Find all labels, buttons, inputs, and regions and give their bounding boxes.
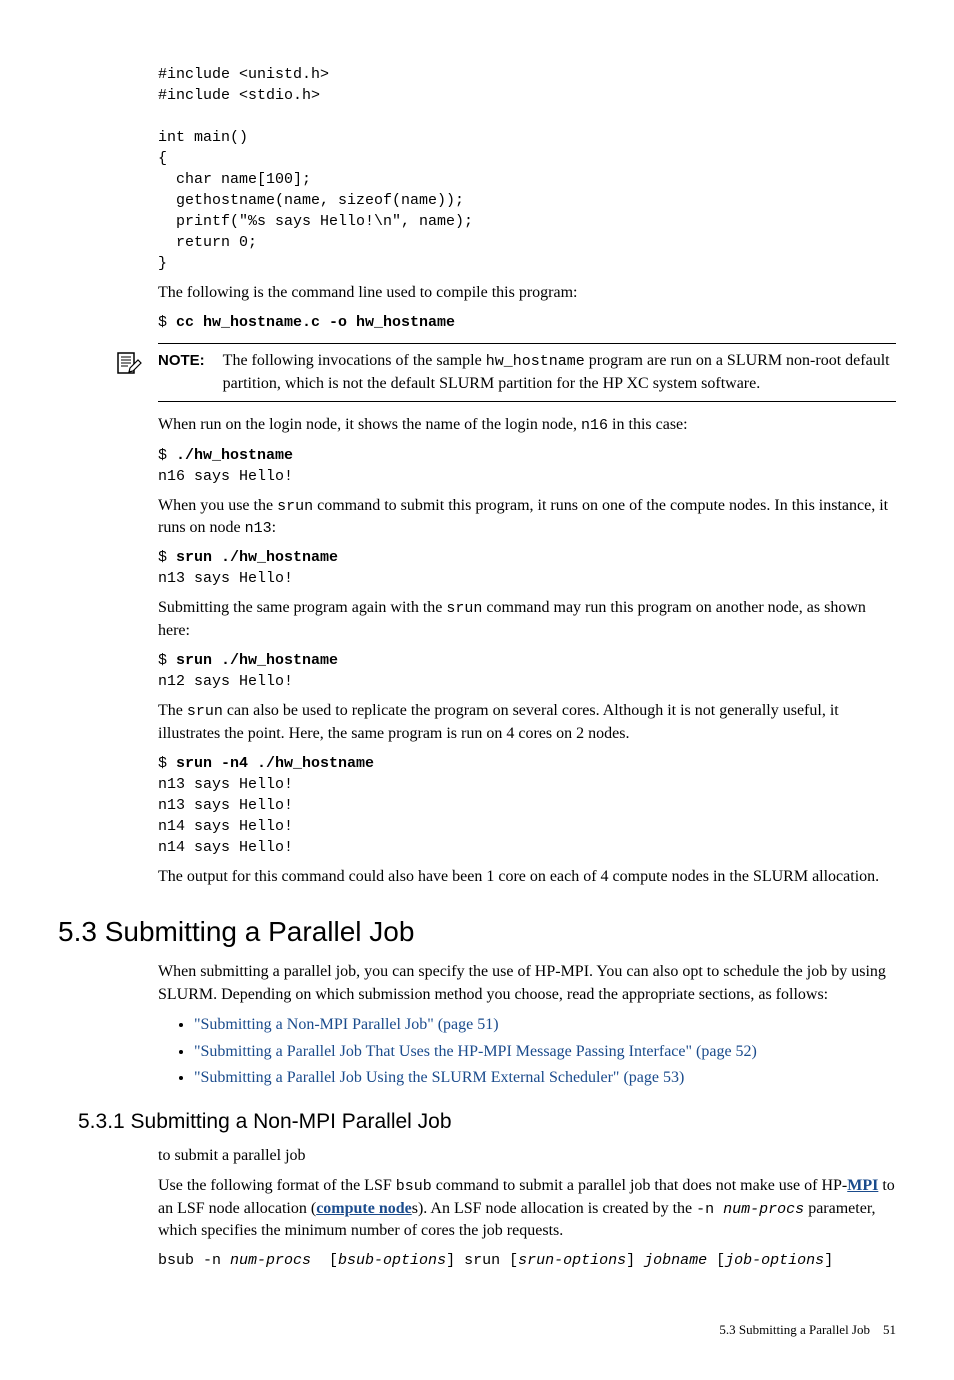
- command-bold: srun -n4 ./hw_hostname: [176, 755, 374, 772]
- prompt: $: [158, 755, 176, 772]
- note-text: The following invocations of the sample …: [223, 350, 896, 395]
- command-4: $ srun ./hw_hostname n12 says Hello!: [158, 650, 896, 692]
- command-bold: ./hw_hostname: [176, 447, 293, 464]
- paragraph: Submitting the same program again with t…: [158, 597, 896, 642]
- list-item: "Submitting a Parallel Job Using the SLU…: [194, 1067, 896, 1089]
- paragraph: to submit a parallel job: [158, 1145, 896, 1167]
- output: n12 says Hello!: [158, 673, 293, 690]
- command-bold: srun ./hw_hostname: [176, 549, 338, 566]
- paragraph: The srun can also be used to replicate t…: [158, 700, 896, 745]
- paragraph: When submitting a parallel job, you can …: [158, 961, 896, 1006]
- command-5: $ srun -n4 ./hw_hostname n13 says Hello!…: [158, 753, 896, 858]
- prompt: $: [158, 652, 176, 669]
- note-block: NOTE: The following invocations of the s…: [158, 343, 896, 402]
- code-block-1: #include <unistd.h> #include <stdio.h> i…: [158, 64, 896, 274]
- output: n16 says Hello!: [158, 468, 293, 485]
- command-3: $ srun ./hw_hostname n13 says Hello!: [158, 547, 896, 589]
- command-bold: srun ./hw_hostname: [176, 652, 338, 669]
- output: n13 says Hello! n13 says Hello! n14 says…: [158, 776, 293, 856]
- section-heading: 5.3 Submitting a Parallel Job: [58, 912, 896, 951]
- page-footer: 5.3 Submitting a Parallel Job 51: [58, 1321, 896, 1339]
- subsection-heading: 5.3.1 Submitting a Non-MPI Parallel Job: [78, 1107, 896, 1136]
- xref-link[interactable]: "Submitting a Parallel Job That Uses the…: [194, 1043, 757, 1060]
- paragraph: The following is the command line used t…: [158, 282, 896, 304]
- note-label: NOTE:: [158, 350, 205, 395]
- glossary-link[interactable]: MPI: [847, 1177, 878, 1194]
- xref-link[interactable]: "Submitting a Non-MPI Parallel Job" (pag…: [194, 1016, 499, 1033]
- paragraph: The output for this command could also h…: [158, 866, 896, 888]
- list-item: "Submitting a Parallel Job That Uses the…: [194, 1041, 896, 1063]
- glossary-link[interactable]: compute node: [316, 1200, 412, 1217]
- footer-section: 5.3 Submitting a Parallel Job: [719, 1322, 870, 1337]
- list-item: "Submitting a Non-MPI Parallel Job" (pag…: [194, 1014, 896, 1036]
- command-2: $ ./hw_hostname n16 says Hello!: [158, 445, 896, 487]
- prompt: $: [158, 549, 176, 566]
- link-list: "Submitting a Non-MPI Parallel Job" (pag…: [158, 1014, 896, 1089]
- prompt: $: [158, 447, 176, 464]
- paragraph: When run on the login node, it shows the…: [158, 414, 896, 436]
- prompt: $: [158, 314, 176, 331]
- page-number: 51: [883, 1322, 896, 1337]
- output: n13 says Hello!: [158, 570, 293, 587]
- page-content: #include <unistd.h> #include <stdio.h> i…: [158, 64, 896, 1271]
- xref-link[interactable]: "Submitting a Parallel Job Using the SLU…: [194, 1069, 684, 1086]
- paragraph: Use the following format of the LSF bsub…: [158, 1175, 896, 1242]
- note-icon: [116, 350, 142, 383]
- command-1: $ cc hw_hostname.c -o hw_hostname: [158, 312, 896, 333]
- paragraph: When you use the srun command to submit …: [158, 495, 896, 540]
- syntax-line: bsub -n num-procs [bsub-options] srun [s…: [158, 1250, 896, 1271]
- command-bold: cc hw_hostname.c -o hw_hostname: [176, 314, 455, 331]
